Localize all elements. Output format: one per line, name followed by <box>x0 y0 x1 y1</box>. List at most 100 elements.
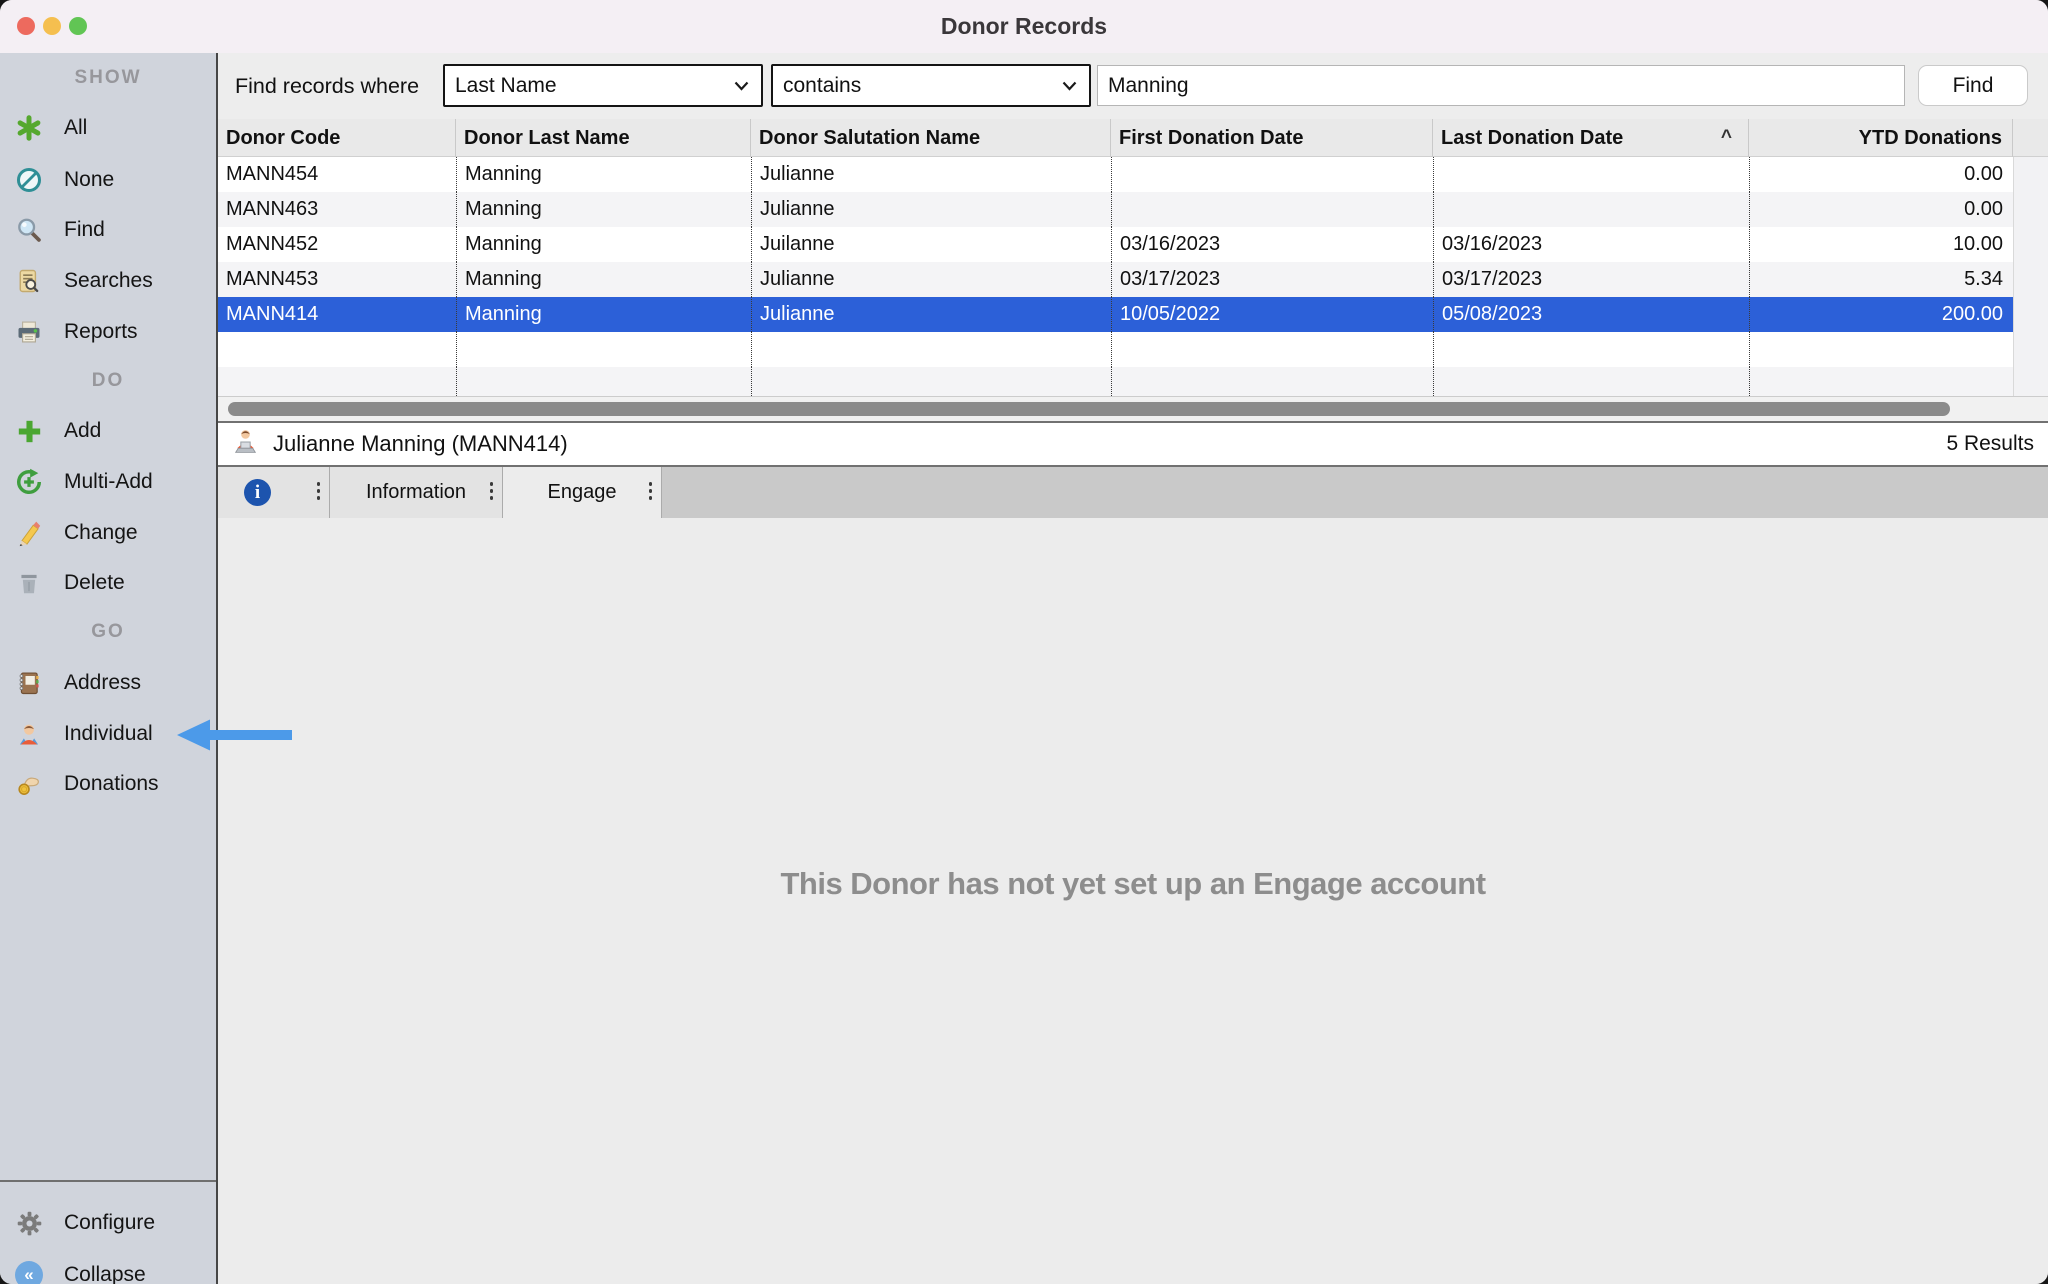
table-cell: Julianne <box>751 262 1111 297</box>
table-row[interactable]: MANN414ManningJulianne10/05/202205/08/20… <box>218 297 2013 332</box>
tab-engage[interactable]: Engage <box>503 467 662 518</box>
column-header-first-donation-date[interactable]: First Donation Date <box>1111 119 1433 157</box>
sidebar-item-collapse[interactable]: « Collapse <box>14 1258 146 1284</box>
pointer-arrow <box>176 717 294 753</box>
sidebar-item-add[interactable]: Add <box>14 414 101 448</box>
plus-icon <box>14 416 44 446</box>
table-row[interactable]: MANN463ManningJulianne0.00 <box>218 192 2013 227</box>
table-cell: 10.00 <box>1749 227 2013 262</box>
table-cell: Julianne <box>751 192 1111 227</box>
column-header-donor-salutation-name[interactable]: Donor Salutation Name <box>751 119 1111 157</box>
table-cell: Manning <box>456 262 751 297</box>
sidebar-item-address[interactable]: Address <box>14 666 141 700</box>
column-header-ytd-donations[interactable]: YTD Donations <box>1749 119 2013 157</box>
table-cell: MANN454 <box>218 157 456 192</box>
table-cell <box>1433 192 1749 227</box>
kebab-menu-icon[interactable] <box>649 482 653 500</box>
find-records-label: Find records where <box>235 53 419 119</box>
column-header-last-donation-date[interactable]: Last Donation Date ^ <box>1433 119 1749 157</box>
table-cell: Julianne <box>751 297 1111 332</box>
chevron-down-icon <box>734 81 749 91</box>
section-header-show: SHOW <box>0 67 216 89</box>
pencil-icon <box>14 518 44 548</box>
window-title: Donor Records <box>941 13 1107 40</box>
sidebar-item-find[interactable]: Find <box>14 213 105 247</box>
table-cell: MANN452 <box>218 227 456 262</box>
table-body: MANN454ManningJulianne0.00MANN463Manning… <box>218 157 2013 332</box>
section-header-go: GO <box>0 621 216 643</box>
hand-coin-icon <box>14 769 44 799</box>
table-cell: 03/17/2023 <box>1433 262 1749 297</box>
empty-row <box>218 367 2013 396</box>
table-cell: 05/08/2023 <box>1433 297 1749 332</box>
table-cell: 03/16/2023 <box>1433 227 1749 262</box>
table-cell: Manning <box>456 227 751 262</box>
field-select[interactable]: Last Name <box>443 64 763 107</box>
tab-info[interactable]: i <box>218 467 330 518</box>
table-header: Donor Code Donor Last Name Donor Salutat… <box>218 119 2048 157</box>
sidebar-item-multi-add[interactable]: Multi-Add <box>14 465 153 499</box>
person-icon <box>14 719 44 749</box>
table-cell <box>1433 157 1749 192</box>
table-row[interactable]: MANN454ManningJulianne 0.00 <box>218 157 2013 192</box>
column-header-donor-code[interactable]: Donor Code <box>218 119 456 157</box>
operator-select[interactable]: contains <box>771 64 1091 107</box>
table-cell: MANN414 <box>218 297 456 332</box>
find-button[interactable]: Find <box>1918 65 2028 106</box>
magnifier-icon <box>14 215 44 245</box>
sidebar-item-all[interactable]: All <box>14 111 87 145</box>
sidebar-item-donations[interactable]: Donations <box>14 767 159 801</box>
search-input[interactable] <box>1097 65 1905 106</box>
sidebar-item-reports[interactable]: Reports <box>14 315 138 349</box>
sidebar-item-searches[interactable]: Searches <box>14 264 153 298</box>
printer-icon <box>14 317 44 347</box>
close-button[interactable] <box>17 17 35 35</box>
table-cell: 0.00 <box>1749 192 2013 227</box>
table-cell: 200.00 <box>1749 297 2013 332</box>
table-cell: 10/05/2022 <box>1111 297 1433 332</box>
search-list-icon <box>14 266 44 296</box>
table-cell: 0.00 <box>1749 157 2013 192</box>
sidebar-item-configure[interactable]: Configure <box>14 1206 155 1240</box>
find-bar: Find records where Last Name contains Fi… <box>218 53 2048 120</box>
table-cell: Manning <box>456 192 751 227</box>
person-laptop-icon <box>232 427 259 461</box>
table-cell: Manning <box>456 157 751 192</box>
table-row[interactable]: MANN452ManningJuilanne03/16/202303/16/20… <box>218 227 2013 262</box>
table-cell <box>1111 157 1433 192</box>
horizontal-scrollbar[interactable] <box>218 396 2048 421</box>
column-header-donor-last-name[interactable]: Donor Last Name <box>456 119 751 157</box>
title-bar: Donor Records <box>0 0 2048 54</box>
empty-row <box>218 332 2013 367</box>
engage-empty-message: This Donor has not yet set up an Engage … <box>218 866 2048 902</box>
table-cell: Julianne <box>751 157 1111 192</box>
app-window: Donor Records SHOW All None Find S <box>0 0 2048 1284</box>
sidebar-divider <box>0 1180 216 1182</box>
sort-ascending-icon: ^ <box>1721 127 1748 149</box>
table-cell: 03/17/2023 <box>1111 262 1433 297</box>
minimize-button[interactable] <box>43 17 61 35</box>
sidebar-item-none[interactable]: None <box>14 163 114 197</box>
table-cell: 5.34 <box>1749 262 2013 297</box>
multi-add-icon <box>14 467 44 497</box>
address-book-icon <box>14 668 44 698</box>
zoom-button[interactable] <box>69 17 87 35</box>
info-icon: i <box>244 479 271 506</box>
record-bar: Julianne Manning (MANN414) 5 Results <box>218 421 2048 467</box>
sidebar-item-delete[interactable]: Delete <box>14 566 125 600</box>
header-gutter <box>2013 119 2048 157</box>
sidebar-item-individual[interactable]: Individual <box>14 717 153 751</box>
no-entry-icon <box>14 165 44 195</box>
table-cell: Manning <box>456 297 751 332</box>
vertical-scrollbar-gutter <box>2013 157 2048 396</box>
kebab-menu-icon[interactable] <box>317 482 321 500</box>
kebab-menu-icon[interactable] <box>490 482 494 500</box>
tab-information[interactable]: Information <box>330 467 503 518</box>
sidebar-item-change[interactable]: Change <box>14 516 138 550</box>
table-row[interactable]: MANN453ManningJulianne03/17/202303/17/20… <box>218 262 2013 297</box>
table-cell: Juilanne <box>751 227 1111 262</box>
scrollbar-thumb[interactable] <box>228 402 1950 416</box>
tab-strip: i Information Engage <box>218 467 2048 518</box>
record-title: Julianne Manning (MANN414) <box>273 431 568 457</box>
section-header-do: DO <box>0 370 216 392</box>
